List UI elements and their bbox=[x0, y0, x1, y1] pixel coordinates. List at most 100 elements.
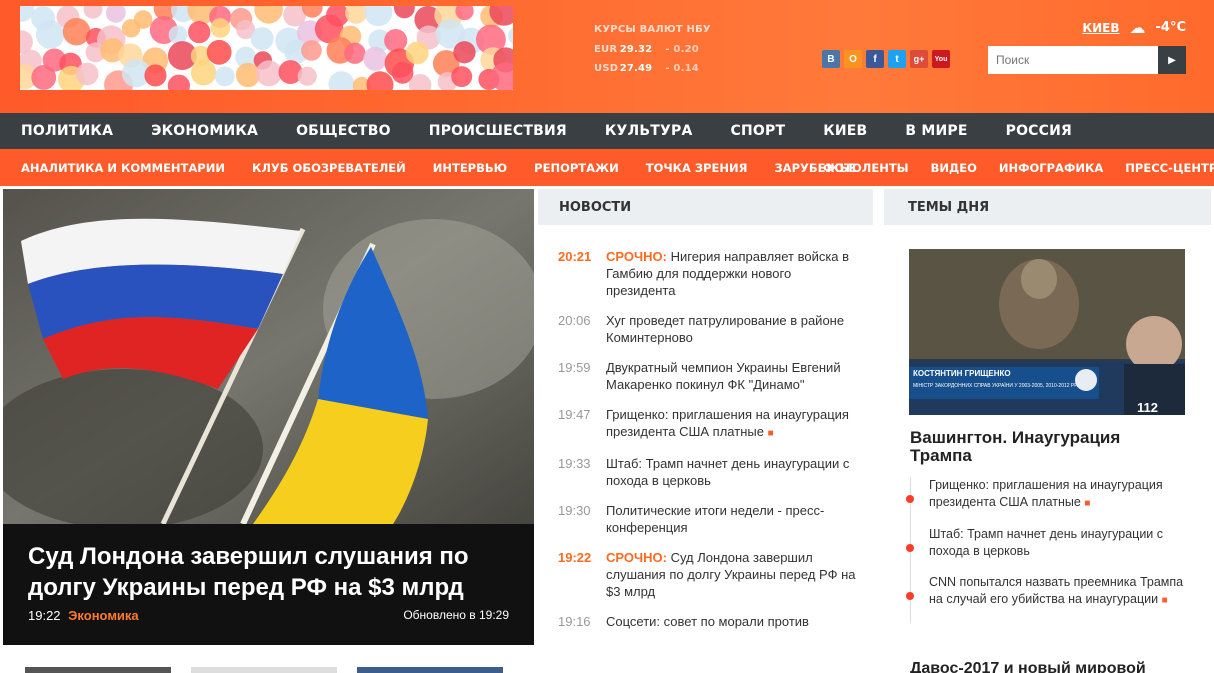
feature-category-link[interactable]: Экономика bbox=[68, 608, 139, 623]
news-headline[interactable]: Политические итоги недели - пресс-конфер… bbox=[606, 503, 824, 535]
sub-nav-item[interactable]: ВИДЕО bbox=[931, 161, 977, 175]
news-text[interactable]: СРОЧНО: Нигерия направляет войска в Гамб… bbox=[606, 248, 858, 299]
main-nav-item[interactable]: ЭКОНОМИКА bbox=[151, 123, 258, 139]
currency-rates: КУРСЫ ВАЛЮТ НБУ EUR 29.32 - 0.20 USD 27.… bbox=[594, 20, 711, 79]
sub-nav-right: ФОТОЛЕНТЫ ВИДЕО ИНФОГРАФИКА ПРЕСС-ЦЕНТР bbox=[804, 161, 1214, 175]
sub-nav: АНАЛИТИКА И КОММЕНТАРИИ КЛУБ ОБОЗРЕВАТЕЛЕ… bbox=[0, 149, 1214, 186]
weather-city-link[interactable]: КИЕВ bbox=[1082, 21, 1119, 35]
themes-list-item[interactable]: Грищенко: приглашения на инаугурация пре… bbox=[906, 477, 1190, 512]
main-nav-item[interactable]: ПОЛИТИКА bbox=[21, 123, 113, 139]
video-camera-icon: ■ bbox=[767, 428, 774, 439]
main-nav-item[interactable]: ОБЩЕСТВО bbox=[296, 123, 391, 139]
feature-story[interactable]: Суд Лондона завершил слушания по долгу У… bbox=[3, 189, 534, 645]
main-nav-item[interactable]: СПОРТ bbox=[730, 123, 785, 139]
urgent-label: СРОЧНО: bbox=[606, 550, 667, 565]
main-nav-item[interactable]: РОССИЯ bbox=[1006, 123, 1072, 139]
facebook-icon[interactable]: f bbox=[866, 50, 884, 68]
main-nav-item[interactable]: КУЛЬТУРА bbox=[605, 123, 693, 139]
svg-text:МІНІСТР ЗАКОРДОННИХ СПРАВ УКРА: МІНІСТР ЗАКОРДОННИХ СПРАВ УКРАЇНИ У 2003… bbox=[913, 382, 1078, 389]
themes-list-item[interactable]: Штаб: Трамп начнет день инаугурации с по… bbox=[906, 526, 1190, 560]
news-item[interactable]: 20:06 Хуг проведет патрулирование в район… bbox=[558, 312, 858, 346]
google-plus-icon[interactable]: g+ bbox=[910, 50, 928, 68]
themes-headline[interactable]: Вашингтон. Инаугурация Трампа bbox=[910, 429, 1180, 465]
feature-time: 19:22 bbox=[28, 608, 61, 623]
play-arrow-icon: ▶ bbox=[1168, 54, 1176, 66]
news-text[interactable]: Политические итоги недели - пресс-конфер… bbox=[606, 502, 858, 536]
sub-nav-item[interactable]: РЕПОРТАЖИ bbox=[534, 161, 619, 175]
youtube-icon[interactable]: You bbox=[932, 50, 950, 68]
news-item[interactable]: 19:16 Соцсети: совет по морали против bbox=[558, 613, 858, 630]
news-section-title: НОВОСТИ bbox=[538, 189, 873, 225]
twitter-icon[interactable]: t bbox=[888, 50, 906, 68]
sub-nav-item[interactable]: ПРЕСС-ЦЕНТР bbox=[1125, 161, 1214, 175]
thumbnail-2[interactable] bbox=[191, 667, 337, 673]
video-camera-icon: ■ bbox=[1161, 595, 1168, 606]
sub-nav-item[interactable]: ТОЧКА ЗРЕНИЯ bbox=[646, 161, 748, 175]
video-camera-icon: ■ bbox=[1084, 498, 1091, 509]
themes-list: Грищенко: приглашения на инаугурация пре… bbox=[906, 477, 1190, 623]
news-headline[interactable]: Хуг проведет патрулирование в районе Ком… bbox=[606, 313, 844, 345]
urgent-label: СРОЧНО: bbox=[606, 249, 667, 264]
news-time: 19:59 bbox=[558, 360, 591, 375]
odnoklassniki-icon[interactable]: О bbox=[844, 50, 862, 68]
news-time: 20:06 bbox=[558, 313, 591, 328]
sub-nav-left: АНАЛИТИКА И КОММЕНТАРИИ КЛУБ ОБОЗРЕВАТЕЛЕ… bbox=[0, 161, 856, 175]
thumbnail-3[interactable] bbox=[357, 667, 503, 673]
sub-nav-item[interactable]: КЛУБ ОБОЗРЕВАТЕЛЕЙ bbox=[252, 161, 406, 175]
news-text[interactable]: Двукратный чемпион Украины Евгений Макар… bbox=[606, 359, 858, 393]
search-submit-button[interactable]: ▶ bbox=[1158, 46, 1186, 74]
rates-title: КУРСЫ ВАЛЮТ НБУ bbox=[594, 24, 711, 35]
feature-headline[interactable]: Суд Лондона завершил слушания по долгу У… bbox=[28, 541, 508, 603]
news-text[interactable]: Штаб: Трамп начнет день инаугурации с по… bbox=[606, 455, 858, 489]
svg-text:112: 112 bbox=[1137, 400, 1158, 415]
themes-list-item[interactable]: CNN попытался назвать преемника Трампа н… bbox=[906, 574, 1190, 609]
feature-meta: 19:22 Экономика bbox=[28, 608, 139, 623]
sub-nav-item[interactable]: ФОТОЛЕНТЫ bbox=[823, 161, 909, 175]
feature-updated: Обновлено в 19:29 bbox=[403, 608, 509, 622]
news-headline[interactable]: Соцсети: совет по морали против bbox=[606, 614, 809, 629]
news-item[interactable]: 19:47 Грищенко: приглашения на инаугураци… bbox=[558, 406, 858, 442]
site-header: КУРСЫ ВАЛЮТ НБУ EUR 29.32 - 0.20 USD 27.… bbox=[0, 0, 1214, 113]
vkontakte-icon[interactable]: В bbox=[822, 50, 840, 68]
news-item[interactable]: 19:59 Двукратный чемпион Украины Евгений … bbox=[558, 359, 858, 393]
news-item[interactable]: 20:21 СРОЧНО: Нигерия направляет войска в… bbox=[558, 248, 858, 299]
sub-nav-item[interactable]: ИНФОГРАФИКА bbox=[999, 161, 1103, 175]
news-item[interactable]: 19:33 Штаб: Трамп начнет день инаугурации… bbox=[558, 455, 858, 489]
feature-photo-flags bbox=[3, 189, 534, 524]
themes-item-text[interactable]: CNN попытался назвать преемника Трампа н… bbox=[929, 575, 1183, 606]
social-links: В О f t g+ You bbox=[822, 50, 950, 68]
main-nav-item[interactable]: В МИРЕ bbox=[905, 123, 967, 139]
news-time: 20:21 bbox=[558, 249, 592, 264]
news-text[interactable]: Соцсети: совет по морали против bbox=[606, 613, 809, 630]
themes-video-thumbnail[interactable]: КОСТЯНТИН ГРИЩЕНКО МІНІСТР ЗАКОРДОННИХ С… bbox=[909, 249, 1185, 415]
news-time: 19:16 bbox=[558, 614, 591, 629]
news-text[interactable]: Хуг проведет патрулирование в районе Ком… bbox=[606, 312, 858, 346]
news-headline[interactable]: Двукратный чемпион Украины Евгений Макар… bbox=[606, 360, 841, 392]
cloud-snow-icon: ☁ bbox=[1129, 18, 1146, 37]
themes-more-headline[interactable]: Давос-2017 и новый мировой bbox=[910, 660, 1146, 673]
sub-nav-item[interactable]: АНАЛИТИКА И КОММЕНТАРИИ bbox=[21, 161, 225, 175]
thumbnail-strip bbox=[25, 667, 503, 673]
news-item[interactable]: 19:22 СРОЧНО: Суд Лондона завершил слушан… bbox=[558, 549, 858, 600]
news-time: 19:47 bbox=[558, 407, 591, 422]
search-input[interactable] bbox=[988, 46, 1158, 74]
thumbnail-1[interactable] bbox=[25, 667, 171, 673]
rate-row-eur: EUR 29.32 - 0.20 bbox=[594, 44, 699, 55]
news-text[interactable]: СРОЧНО: Суд Лондона завершил слушания по… bbox=[606, 549, 858, 600]
themes-item-text[interactable]: Грищенко: приглашения на инаугурация пре… bbox=[929, 478, 1163, 509]
themes-section-title: ТЕМЫ ДНЯ bbox=[884, 189, 1211, 225]
news-time: 19:30 bbox=[558, 503, 591, 518]
themes-item-text[interactable]: Штаб: Трамп начнет день инаугурации с по… bbox=[929, 527, 1163, 558]
news-text[interactable]: Грищенко: приглашения на инаугурация пре… bbox=[606, 406, 858, 442]
news-item[interactable]: 19:30 Политические итоги недели - пресс-к… bbox=[558, 502, 858, 536]
main-nav-item[interactable]: КИЕВ bbox=[823, 123, 867, 139]
sub-nav-item[interactable]: ИНТЕРВЬЮ bbox=[433, 161, 507, 175]
svg-text:КОСТЯНТИН ГРИЩЕНКО: КОСТЯНТИН ГРИЩЕНКО bbox=[913, 369, 1011, 378]
weather-temp: -4°C bbox=[1155, 20, 1186, 35]
news-headline[interactable]: Штаб: Трамп начнет день инаугурации с по… bbox=[606, 456, 849, 488]
news-headline[interactable]: Грищенко: приглашения на инаугурация пре… bbox=[606, 407, 849, 439]
search-box: ▶ bbox=[988, 46, 1186, 74]
weather-widget: КИЕВ ☁ -4°C bbox=[1082, 18, 1186, 37]
site-logo[interactable] bbox=[20, 6, 513, 90]
main-nav-item[interactable]: ПРОИСШЕСТВИЯ bbox=[429, 123, 567, 139]
